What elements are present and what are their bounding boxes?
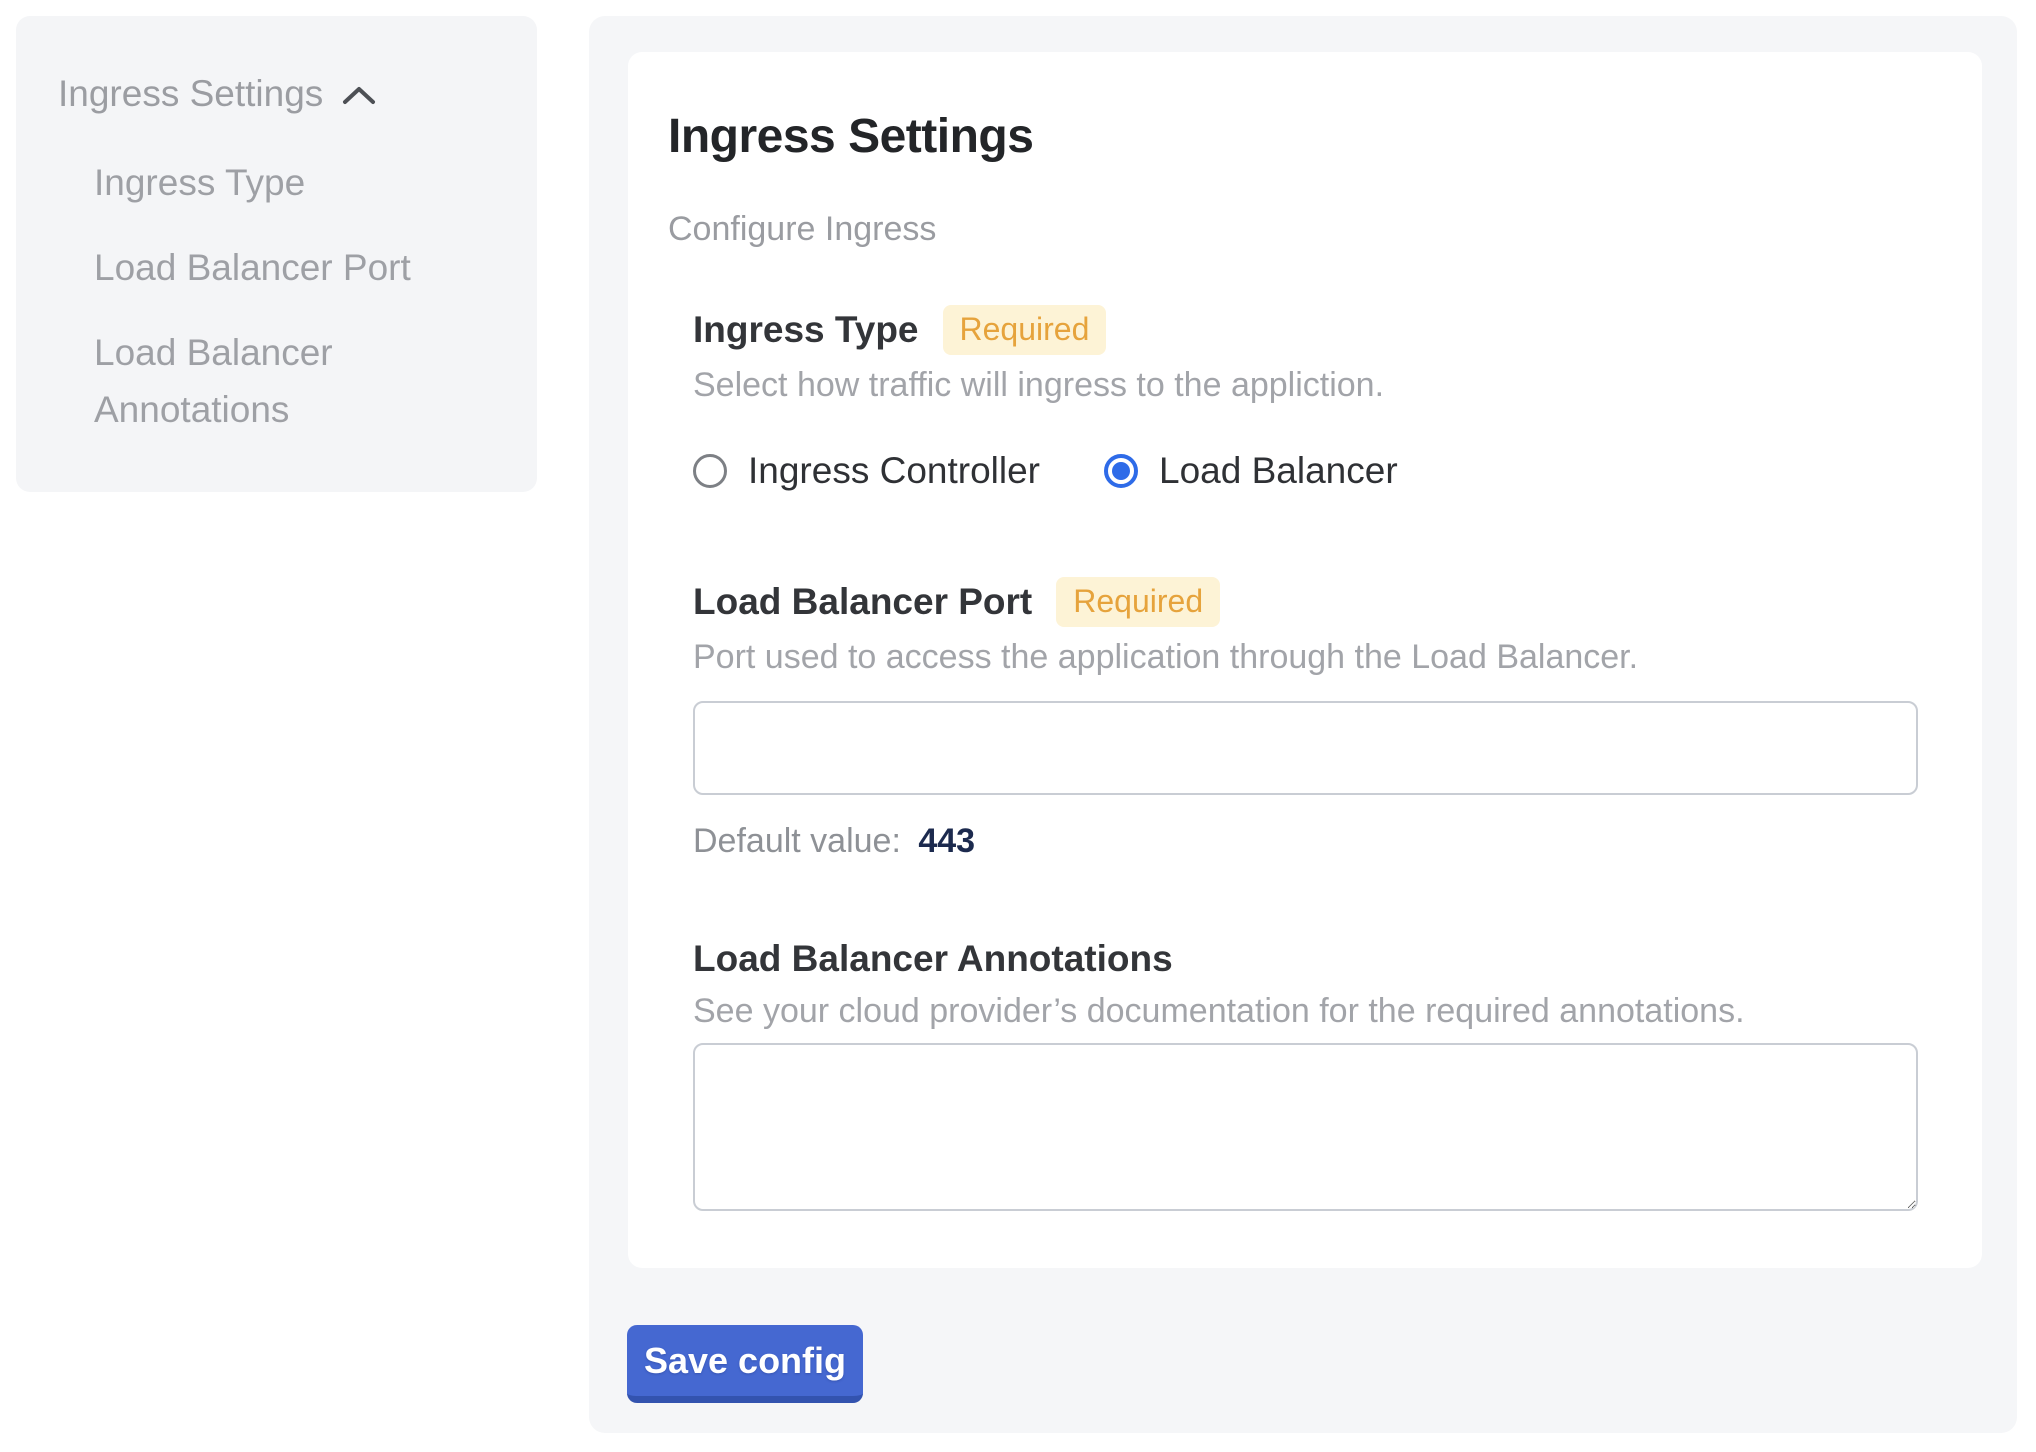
load-balancer-port-description: Port used to access the application thro… — [693, 637, 1918, 677]
sidebar-item-load-balancer-port[interactable]: Load Balancer Port — [94, 239, 454, 296]
section-load-balancer-port: Load Balancer Port Required Port used to… — [693, 577, 1918, 861]
radio-load-balancer[interactable] — [1104, 454, 1138, 488]
load-balancer-annotations-description: See your cloud provider’s documentation … — [693, 991, 1918, 1031]
radio-option-ingress-controller[interactable]: Ingress Controller — [693, 449, 1040, 493]
default-value: 443 — [918, 822, 975, 860]
load-balancer-annotations-textarea[interactable] — [693, 1043, 1918, 1211]
save-config-button[interactable]: Save config — [627, 1325, 863, 1403]
main-panel: Ingress Settings Configure Ingress Ingre… — [589, 16, 2017, 1433]
load-balancer-annotations-label: Load Balancer Annotations — [693, 937, 1173, 981]
section-load-balancer-annotations: Load Balancer Annotations See your cloud… — [693, 937, 1918, 1211]
radio-label-ingress-controller: Ingress Controller — [748, 449, 1040, 493]
sidebar-item-load-balancer-annotations[interactable]: Load Balancer Annotations — [94, 324, 454, 438]
ingress-type-radio-group: Ingress Controller Load Balancer — [693, 445, 1918, 497]
form-body: Ingress Type Required Select how traffic… — [693, 305, 1918, 1211]
sidebar-item-ingress-settings[interactable]: Ingress Settings — [58, 70, 501, 118]
ingress-type-description: Select how traffic will ingress to the a… — [693, 365, 1918, 405]
radio-ingress-controller[interactable] — [693, 454, 727, 488]
load-balancer-port-label: Load Balancer Port — [693, 580, 1032, 624]
required-badge: Required — [1056, 577, 1220, 627]
sidebar-item-ingress-type[interactable]: Ingress Type — [94, 154, 454, 211]
default-value-row: Default value: 443 — [693, 821, 1918, 861]
chevron-up-icon — [341, 85, 377, 107]
radio-option-load-balancer[interactable]: Load Balancer — [1104, 449, 1398, 493]
sidebar-sub-list: Ingress Type Load Balancer Port Load Bal… — [94, 154, 454, 438]
page-subtitle: Configure Ingress — [668, 209, 1918, 249]
sidebar-parent-label: Ingress Settings — [58, 70, 323, 118]
radio-label-load-balancer: Load Balancer — [1159, 449, 1398, 493]
section-ingress-type: Ingress Type Required Select how traffic… — [693, 305, 1918, 497]
default-value-label: Default value: — [693, 822, 901, 860]
page-title: Ingress Settings — [668, 109, 1918, 165]
settings-sidebar: Ingress Settings Ingress Type Load Balan… — [16, 16, 537, 492]
required-badge: Required — [943, 305, 1107, 355]
ingress-settings-card: Ingress Settings Configure Ingress Ingre… — [628, 52, 1982, 1268]
ingress-type-label: Ingress Type — [693, 308, 919, 352]
load-balancer-port-input[interactable] — [693, 701, 1918, 795]
